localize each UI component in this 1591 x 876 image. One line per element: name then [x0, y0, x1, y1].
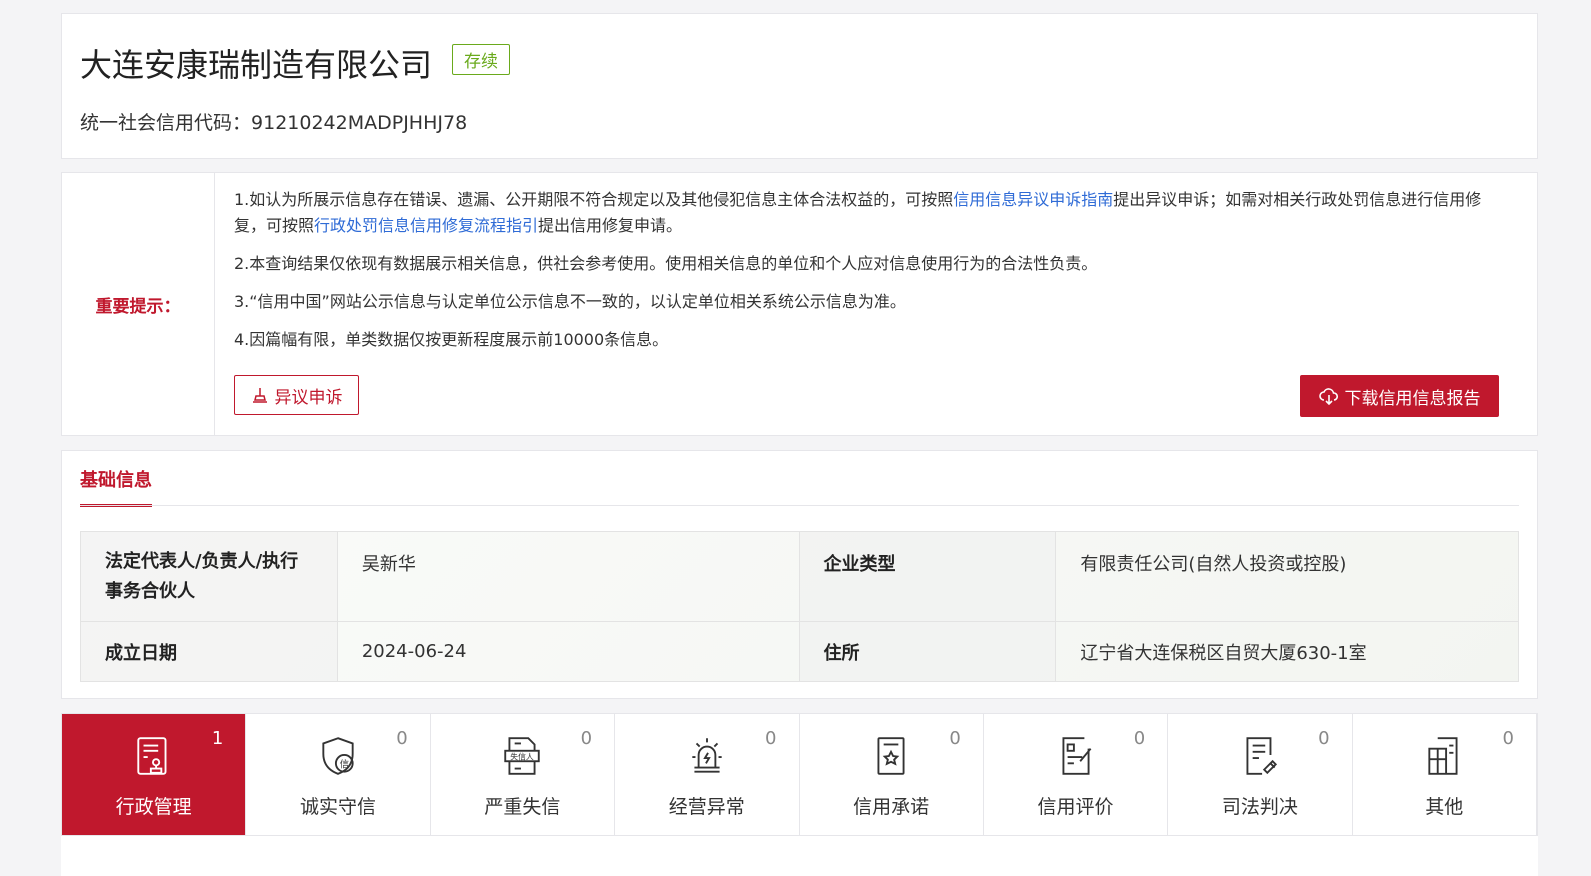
shield-credit-icon: 信: [322, 737, 354, 775]
field-value: 辽宁省大连保税区自贸大厦630-1室: [1055, 621, 1519, 682]
category-tab-dishonest-person[interactable]: 0 失信人 严重失信: [431, 714, 616, 835]
category-tab-judgment-doc[interactable]: 0 司法判决: [1168, 714, 1353, 835]
appeal-button[interactable]: 异议申诉: [234, 375, 359, 415]
table-row: 成立日期 2024-06-24 住所 辽宁省大连保税区自贸大厦630-1室: [80, 621, 1519, 682]
tip-3: 3.“信用中国”网站公示信息与认定单位公示信息不一致的，以认定单位相关系统公示信…: [234, 292, 906, 311]
category-count: 0: [949, 728, 961, 749]
category-count: 0: [1318, 728, 1330, 749]
notice-card: 重要提示： 1.如认为所展示信息存在错误、遗漏、公开期限不符合规定以及其他侵犯信…: [61, 172, 1538, 436]
field-label: 住所: [798, 621, 1057, 682]
category-count: 0: [396, 728, 408, 749]
tip-4: 4.因篇幅有限，单类数据仅按更新程度展示前10000条信息。: [234, 330, 669, 349]
appeal-guide-link[interactable]: 信用信息异议申诉指南: [953, 190, 1113, 209]
svg-text:失信人: 失信人: [511, 752, 535, 762]
notice-tips: 1.如认为所展示信息存在错误、遗漏、公开期限不符合规定以及其他侵犯信息主体合法权…: [234, 187, 1511, 365]
category-label: 诚实守信: [300, 796, 377, 818]
category-label: 行政管理: [115, 796, 192, 818]
field-value: 吴新华: [336, 531, 800, 622]
category-count: 0: [580, 728, 593, 749]
download-label: 下载信用信息报告: [1344, 388, 1481, 409]
tip-text: 提出信用修复申请。: [538, 216, 683, 235]
category-count: 0: [765, 728, 777, 749]
dishonest-person-icon: 失信人: [504, 737, 541, 775]
category-count: 0: [1133, 728, 1146, 749]
category-label: 信用承诺: [853, 796, 930, 818]
certificate-star-icon: [877, 737, 905, 775]
evaluation-form-icon: [1062, 737, 1091, 775]
credit-code: 统一社会信用代码：91210242MADPJHHJ78: [80, 108, 467, 135]
category-tab-other-doc[interactable]: 0 其他: [1353, 714, 1537, 835]
download-report-button[interactable]: 下载信用信息报告: [1300, 375, 1499, 417]
category-label: 其他: [1425, 796, 1464, 818]
field-label: 法定代表人/负责人/执行事务合伙人: [80, 531, 338, 622]
category-label: 经营异常: [668, 796, 745, 818]
company-header: 大连安康瑞制造有限公司 存续 统一社会信用代码：91210242MADPJHHJ…: [61, 13, 1538, 159]
category-label: 信用评价: [1037, 796, 1114, 818]
tab-basic-info[interactable]: 基础信息: [80, 466, 152, 507]
divider: [80, 505, 1519, 506]
cloud-download-icon: [1318, 388, 1338, 405]
category-tab-certificate-star[interactable]: 0 信用承诺: [800, 714, 984, 835]
credit-code-label: 统一社会信用代码：: [80, 112, 252, 134]
category-count: 0: [1502, 728, 1514, 749]
company-name: 大连安康瑞制造有限公司: [80, 46, 433, 84]
stamp-icon: [252, 388, 267, 403]
basic-info-card: 基础信息 法定代表人/负责人/执行事务合伙人 吴新华 企业类型 有限责任公司(自…: [61, 450, 1538, 699]
field-value: 2024-06-24: [336, 621, 800, 682]
content-area: [61, 836, 1538, 876]
category-tab-document-stamp[interactable]: 1 行政管理: [62, 714, 247, 835]
category-label: 严重失信: [484, 796, 561, 818]
svg-text:信: 信: [340, 759, 349, 771]
category-tab-evaluation-form[interactable]: 0 信用评价: [984, 714, 1169, 835]
alarm-light-icon: [692, 738, 722, 773]
category-tabs: 1 行政管理 0 信 诚实守信 0 失信人 严重失信 0 经营异常 0 信用承诺 0 信用…: [61, 713, 1538, 836]
appeal-label: 异议申诉: [274, 387, 343, 408]
status-badge: 存续: [452, 44, 510, 75]
field-label: 成立日期: [80, 621, 338, 682]
category-tab-shield-credit[interactable]: 0 信 诚实守信: [246, 714, 431, 835]
tip-2: 2.本查询结果仅依现有数据展示相关信息，供社会参考使用。使用相关信息的单位和个人…: [234, 254, 1098, 273]
credit-code-value: 91210242MADPJHHJ78: [251, 112, 468, 134]
category-label: 司法判决: [1221, 796, 1298, 818]
table-row: 法定代表人/负责人/执行事务合伙人 吴新华 企业类型 有限责任公司(自然人投资或…: [80, 531, 1519, 622]
field-label: 企业类型: [798, 531, 1057, 622]
tip-text: 1.如认为所展示信息存在错误、遗漏、公开期限不符合规定以及其他侵犯信息主体合法权…: [234, 190, 954, 209]
repair-guide-link[interactable]: 行政处罚信息信用修复流程指引: [314, 216, 538, 235]
judgment-doc-icon: [1246, 737, 1277, 775]
category-count: 1: [211, 728, 224, 749]
tip-1: 1.如认为所展示信息存在错误、遗漏、公开期限不符合规定以及其他侵犯信息主体合法权…: [234, 187, 1511, 239]
notice-label: 重要提示：: [62, 173, 215, 435]
basic-info-table: 法定代表人/负责人/执行事务合伙人 吴新华 企业类型 有限责任公司(自然人投资或…: [80, 531, 1519, 682]
other-doc-icon: [1428, 737, 1458, 775]
document-stamp-icon: [137, 737, 167, 775]
field-value: 有限责任公司(自然人投资或控股): [1055, 531, 1519, 622]
category-tab-alarm-light[interactable]: 0 经营异常: [615, 714, 800, 835]
